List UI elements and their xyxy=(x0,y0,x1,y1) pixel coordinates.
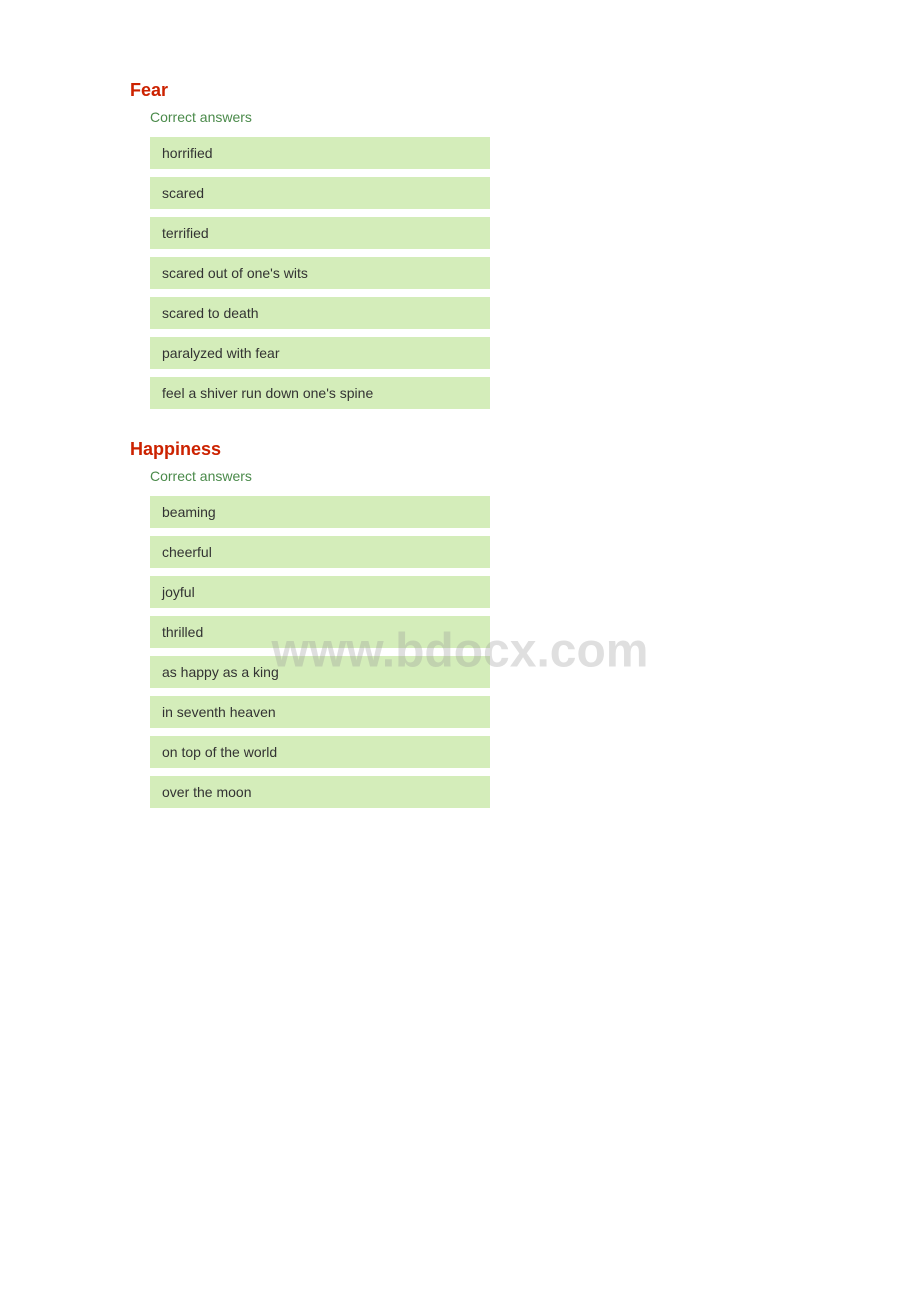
answer-item: on top of the world xyxy=(150,736,490,768)
answers-list-fear: horrified scared terrified scared out of on… xyxy=(150,137,790,409)
answer-item: terrified xyxy=(150,217,490,249)
correct-answers-label-fear: Correct answers xyxy=(150,109,790,125)
sections-container: Fear Correct answers horrified scared terrif… xyxy=(130,80,790,808)
section-title-fear: Fear xyxy=(130,80,790,101)
answer-item: in seventh heaven xyxy=(150,696,490,728)
answer-item: over the moon xyxy=(150,776,490,808)
section-title-happiness: Happiness xyxy=(130,439,790,460)
answer-item: scared to death xyxy=(150,297,490,329)
answer-item: as happy as a king xyxy=(150,656,490,688)
section-happiness: Happiness Correct answers beaming cheerful j… xyxy=(130,439,790,808)
answer-item: joyful xyxy=(150,576,490,608)
section-fear: Fear Correct answers horrified scared terrif… xyxy=(130,80,790,409)
correct-answers-label-happiness: Correct answers xyxy=(150,468,790,484)
answer-item: horrified xyxy=(150,137,490,169)
answer-item: thrilled xyxy=(150,616,490,648)
answers-list-happiness: beaming cheerful joyful thrilled as happy as… xyxy=(150,496,790,808)
answer-item: scared xyxy=(150,177,490,209)
answer-item: beaming xyxy=(150,496,490,528)
answer-item: scared out of one's wits xyxy=(150,257,490,289)
page-container: Fear Correct answers horrified scared terrif… xyxy=(0,0,920,918)
answer-item: cheerful xyxy=(150,536,490,568)
answer-item: paralyzed with fear xyxy=(150,337,490,369)
answer-item: feel a shiver run down one's spine xyxy=(150,377,490,409)
